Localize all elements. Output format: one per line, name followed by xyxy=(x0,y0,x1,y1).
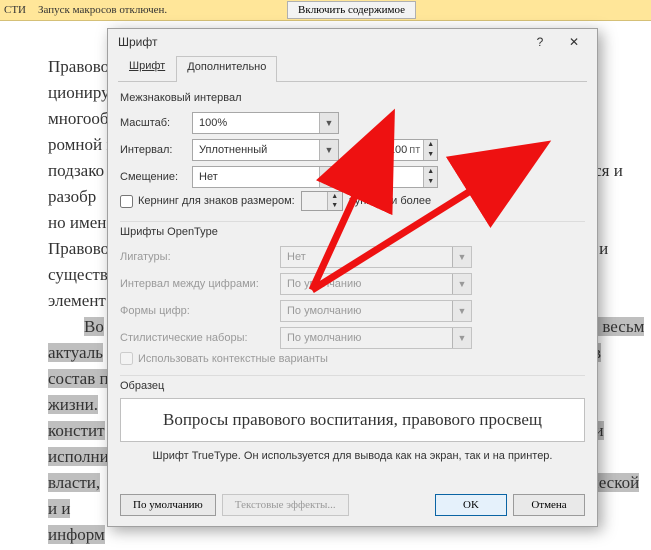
kerning-label: Кернинг для знаков размером: xyxy=(138,195,295,207)
security-label-trunc: СТИ xyxy=(0,4,30,16)
number-spacing-label: Интервал между цифрами: xyxy=(120,278,280,290)
position-by-label: на: xyxy=(357,171,372,183)
scale-value: 100% xyxy=(193,117,319,129)
ok-button[interactable]: OK xyxy=(435,494,507,516)
dialog-title: Шрифт xyxy=(118,35,523,49)
close-button[interactable]: ✕ xyxy=(557,31,591,53)
set-default-button[interactable]: По умолчанию xyxy=(120,494,216,516)
number-forms-label: Формы цифр: xyxy=(120,305,280,317)
spacing-label: Интервал: xyxy=(120,144,192,156)
spacing-by-input[interactable]: 100 пт ▲▼ xyxy=(378,139,438,161)
security-message: Запуск макросов отключен. xyxy=(30,4,175,16)
spacing-select[interactable]: Уплотненный ▼ xyxy=(192,139,339,161)
spinner-icon: ▲▼ xyxy=(327,192,342,210)
cancel-button[interactable]: Отмена xyxy=(513,494,585,516)
chevron-down-icon: ▼ xyxy=(319,167,338,187)
chevron-down-icon: ▼ xyxy=(319,113,338,133)
position-label: Смещение: xyxy=(120,171,192,183)
stylistic-sets-label: Стилистические наборы: xyxy=(120,332,280,344)
chevron-down-icon: ▼ xyxy=(452,328,471,348)
enable-content-button[interactable]: Включить содержимое xyxy=(287,1,416,19)
spinner-icon[interactable]: ▲▼ xyxy=(423,167,437,187)
spacing-value: Уплотненный xyxy=(193,144,319,156)
section-opentype: Шрифты OpenType xyxy=(120,226,585,238)
section-char-spacing: Межзнаковый интервал xyxy=(120,92,585,104)
stylistic-sets-select: По умолчанию ▼ xyxy=(280,327,472,349)
help-icon: ? xyxy=(537,35,544,49)
number-spacing-select: По умолчанию ▼ xyxy=(280,273,472,295)
spinner-icon[interactable]: ▲▼ xyxy=(423,140,437,160)
tab-advanced[interactable]: Дополнительно xyxy=(176,56,277,82)
preview-hint: Шрифт TrueType. Он используется для выво… xyxy=(120,450,585,462)
kerning-size-input[interactable]: ▲▼ xyxy=(301,191,343,211)
dialog-titlebar: Шрифт ? ✕ xyxy=(108,29,597,55)
ligatures-label: Лигатуры: xyxy=(120,251,280,263)
chevron-down-icon: ▼ xyxy=(319,140,338,160)
help-button[interactable]: ? xyxy=(523,31,557,53)
position-by-input[interactable]: ▲▼ xyxy=(378,166,438,188)
kerning-checkbox[interactable] xyxy=(120,195,133,208)
dialog-tabs: Шрифт Дополнительно xyxy=(118,55,587,82)
ligatures-select: Нет ▼ xyxy=(280,246,472,268)
preview-sample: Вопросы правового воспитания, правового … xyxy=(163,410,542,430)
position-by-value xyxy=(379,167,423,187)
chevron-down-icon: ▼ xyxy=(452,301,471,321)
preview-box: Вопросы правового воспитания, правового … xyxy=(120,398,585,442)
spacing-by-label: на: xyxy=(357,144,372,156)
scale-label: Масштаб: xyxy=(120,117,192,129)
spacing-by-unit: пт xyxy=(409,140,423,160)
security-warning-bar: СТИ Запуск макросов отключен. Включить с… xyxy=(0,0,651,21)
section-preview: Образец xyxy=(120,380,585,392)
spacing-by-value: 100 xyxy=(379,140,409,160)
position-value: Нет xyxy=(193,171,319,183)
chevron-down-icon: ▼ xyxy=(452,247,471,267)
contextual-alt-label: Использовать контекстные варианты xyxy=(138,353,328,365)
scale-select[interactable]: 100% ▼ xyxy=(192,112,339,134)
number-forms-select: По умолчанию ▼ xyxy=(280,300,472,322)
font-dialog: Шрифт ? ✕ Шрифт Дополнительно Межзнаковы… xyxy=(107,28,598,527)
chevron-down-icon: ▼ xyxy=(452,274,471,294)
kerning-suffix: пунктов и более xyxy=(349,195,431,207)
position-select[interactable]: Нет ▼ xyxy=(192,166,339,188)
close-icon: ✕ xyxy=(569,35,579,49)
tab-font[interactable]: Шрифт xyxy=(118,55,176,81)
contextual-alt-checkbox xyxy=(120,352,133,365)
text-effects-button: Текстовые эффекты... xyxy=(222,494,349,516)
